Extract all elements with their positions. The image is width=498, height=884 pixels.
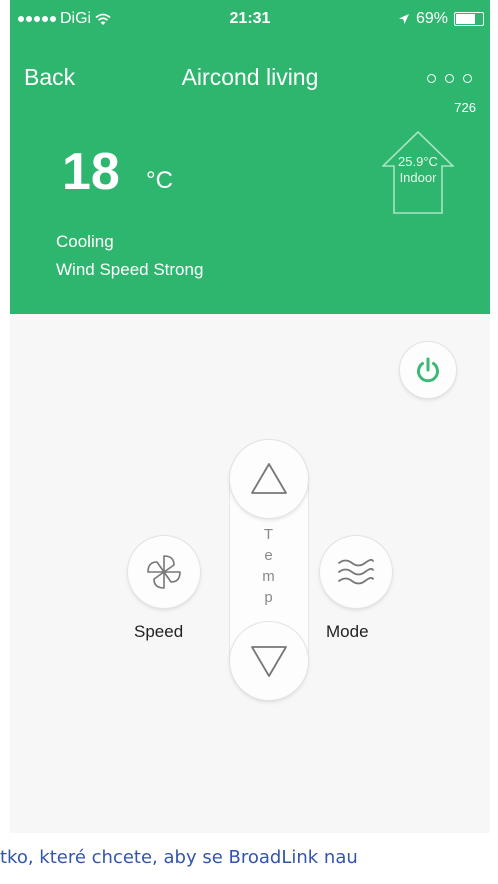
temp-up-button[interactable] <box>230 440 308 518</box>
page-title: Aircond living <box>181 64 319 90</box>
more-icon[interactable] <box>427 74 472 83</box>
temp-letter: p <box>264 589 274 606</box>
battery-percent: 69% <box>415 10 448 27</box>
status-right: 69% <box>398 10 484 28</box>
device-id: 726 <box>454 100 476 115</box>
app-screen: DiGi 21:31 69% Back Aircond living 726 1… <box>10 0 490 833</box>
location-arrow-icon <box>398 14 409 24</box>
arrow-up-icon <box>251 463 287 494</box>
temp-vertical-label: T e m p <box>240 524 298 608</box>
set-temperature: 18 <box>62 143 120 201</box>
mode-label: Mode <box>326 622 369 641</box>
caption-text: tko, které chcete, aby se BroadLink nau <box>0 847 358 868</box>
speed-label: Speed <box>134 622 184 641</box>
temperature-unit: °C <box>146 167 173 194</box>
arrow-down-icon <box>251 646 287 677</box>
power-icon <box>417 357 439 383</box>
indoor-temp-value: 25.9°C <box>398 154 438 169</box>
header-panel: DiGi 21:31 69% Back Aircond living 726 1… <box>10 0 490 314</box>
indoor-label: Indoor <box>399 170 437 185</box>
temp-letter: T <box>263 526 275 543</box>
mode-status: Cooling <box>56 232 114 251</box>
temp-down-button[interactable] <box>230 622 308 700</box>
battery-icon <box>454 12 484 26</box>
fan-icon <box>147 555 181 589</box>
wind-status: Wind Speed Strong <box>56 260 204 279</box>
indoor-temperature-badge: 25.9°C Indoor <box>382 130 454 214</box>
temp-letter: e <box>264 547 274 564</box>
status-bar: DiGi 21:31 69% <box>10 0 490 40</box>
speed-button[interactable] <box>128 536 200 608</box>
temp-letter: m <box>262 568 276 585</box>
mode-button[interactable] <box>320 536 392 608</box>
power-button[interactable] <box>400 342 456 398</box>
wave-icon <box>338 558 374 585</box>
